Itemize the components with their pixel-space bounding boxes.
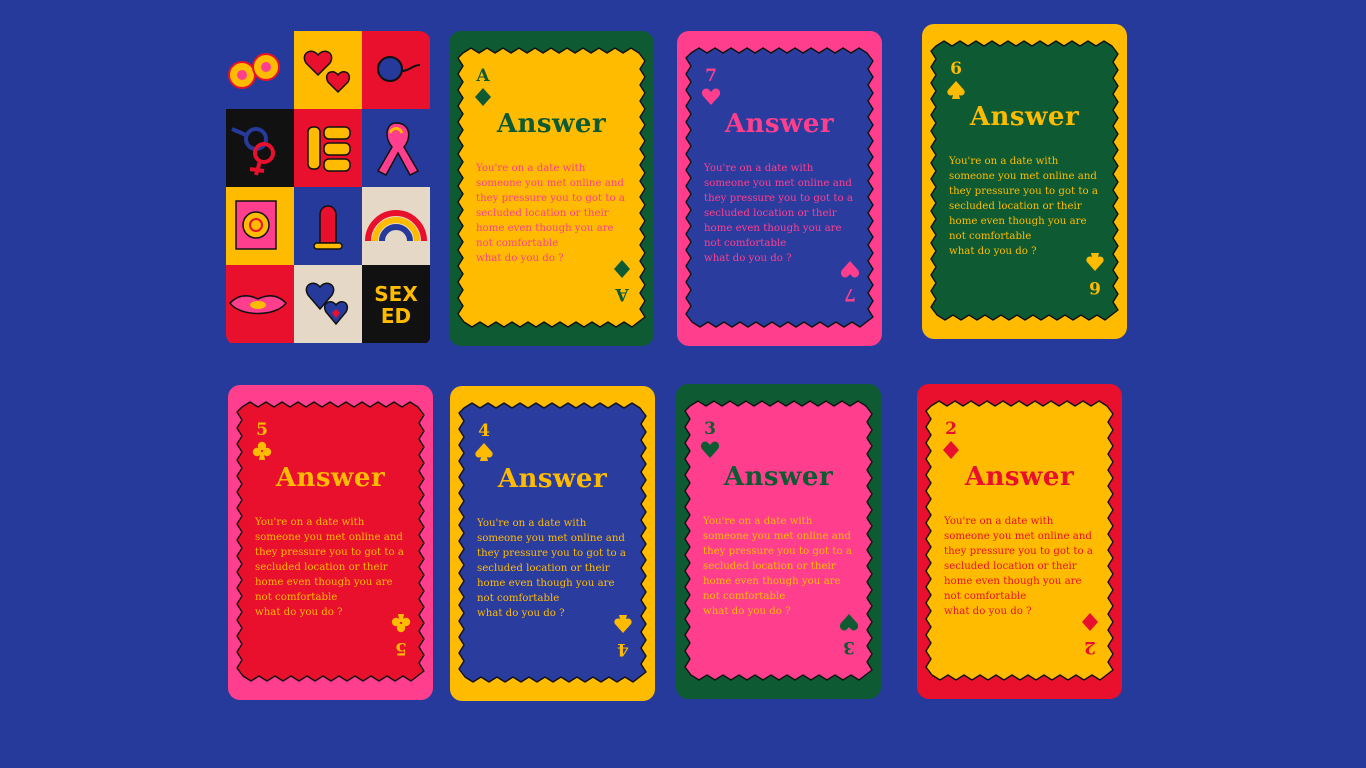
symbol-circle-icon (362, 31, 430, 109)
answer-card-4[interactable]: 4 Answer You're on a date with someone you… (450, 386, 655, 701)
answer-card-5[interactable]: 5 Answer You're on a date with someone you… (228, 385, 433, 700)
card-rank-top: 3 (704, 419, 716, 439)
answer-card-7[interactable]: 7 Answer You're on a date with someone you… (677, 31, 882, 346)
heart-icon-bottom (840, 259, 860, 279)
card-rank-top: A (476, 66, 490, 86)
card-rank-bottom: 5 (395, 638, 407, 658)
card-title: Answer (275, 463, 386, 493)
gender-symbols-icon (226, 109, 294, 187)
spade-icon (946, 80, 966, 100)
card-question-text: You're on a date with someone you met on… (476, 163, 625, 264)
card-rank-bottom: A (615, 284, 629, 304)
svg-text:SEX: SEX (374, 282, 418, 306)
condom-packet-icon (226, 187, 294, 265)
answer-card-3[interactable]: 3 Answer You're on a date with someone you… (676, 384, 881, 699)
card-title: Answer (724, 109, 835, 139)
card-question-text: You're on a date with someone you met on… (949, 156, 1098, 257)
card-rank-top: 7 (705, 66, 717, 86)
card-rank-bottom: 4 (617, 639, 629, 659)
card-title: Answer (723, 462, 834, 492)
spade-icon-bottom (613, 614, 633, 634)
diamond-icon (941, 440, 961, 460)
card-title: Answer (497, 464, 608, 494)
rainbow-icon (362, 187, 430, 265)
heart-icon-bottom (839, 612, 859, 632)
hearts-icon (294, 31, 362, 109)
card-rank-top: 4 (478, 421, 490, 441)
spade-icon (474, 442, 494, 462)
heart-icon (700, 440, 720, 460)
spade-icon-bottom (1085, 252, 1105, 272)
club-icon (252, 441, 272, 461)
diamond-icon-bottom (1080, 612, 1100, 632)
sex-character-icon (294, 109, 362, 187)
club-icon-bottom (391, 613, 411, 633)
deck-back-card: SEX ED (226, 31, 431, 346)
card-rank-bottom: 2 (1084, 637, 1096, 657)
lips-icon (226, 265, 294, 343)
card-rank-top: 6 (950, 59, 962, 79)
answer-card-2[interactable]: 2 Answer You're on a date with someone you… (917, 384, 1122, 699)
diamond-icon (473, 87, 493, 107)
card-question-text: You're on a date with someone you met on… (255, 517, 404, 618)
card-question-text: You're on a date with someone you met on… (477, 518, 626, 619)
breasts-icon (226, 31, 294, 109)
answer-card-6[interactable]: 6 Answer You're on a date with someone you… (922, 24, 1127, 339)
card-question-text: You're on a date with someone you met on… (703, 516, 852, 617)
diamond-icon-bottom (612, 259, 632, 279)
heart-icon (701, 87, 721, 107)
sex-ed-logo: SEX ED (362, 265, 430, 343)
card-question-text: You're on a date with someone you met on… (944, 516, 1093, 617)
condom-icon (294, 187, 362, 265)
card-question-text: You're on a date with someone you met on… (704, 163, 853, 264)
card-title: Answer (969, 102, 1080, 132)
answer-card-A[interactable]: A Answer You're on a date with someone you… (449, 31, 654, 346)
card-title: Answer (964, 462, 1075, 492)
awareness-ribbon-icon (362, 109, 430, 187)
card-title: Answer (496, 109, 607, 139)
card-rank-bottom: 3 (843, 637, 855, 657)
card-rank-top: 2 (945, 419, 957, 439)
card-rank-bottom: 7 (844, 284, 856, 304)
card-rank-top: 5 (256, 420, 268, 440)
card-rank-bottom: 6 (1089, 277, 1101, 297)
svg-text:ED: ED (381, 304, 411, 328)
heart-pair-icon (294, 265, 362, 343)
